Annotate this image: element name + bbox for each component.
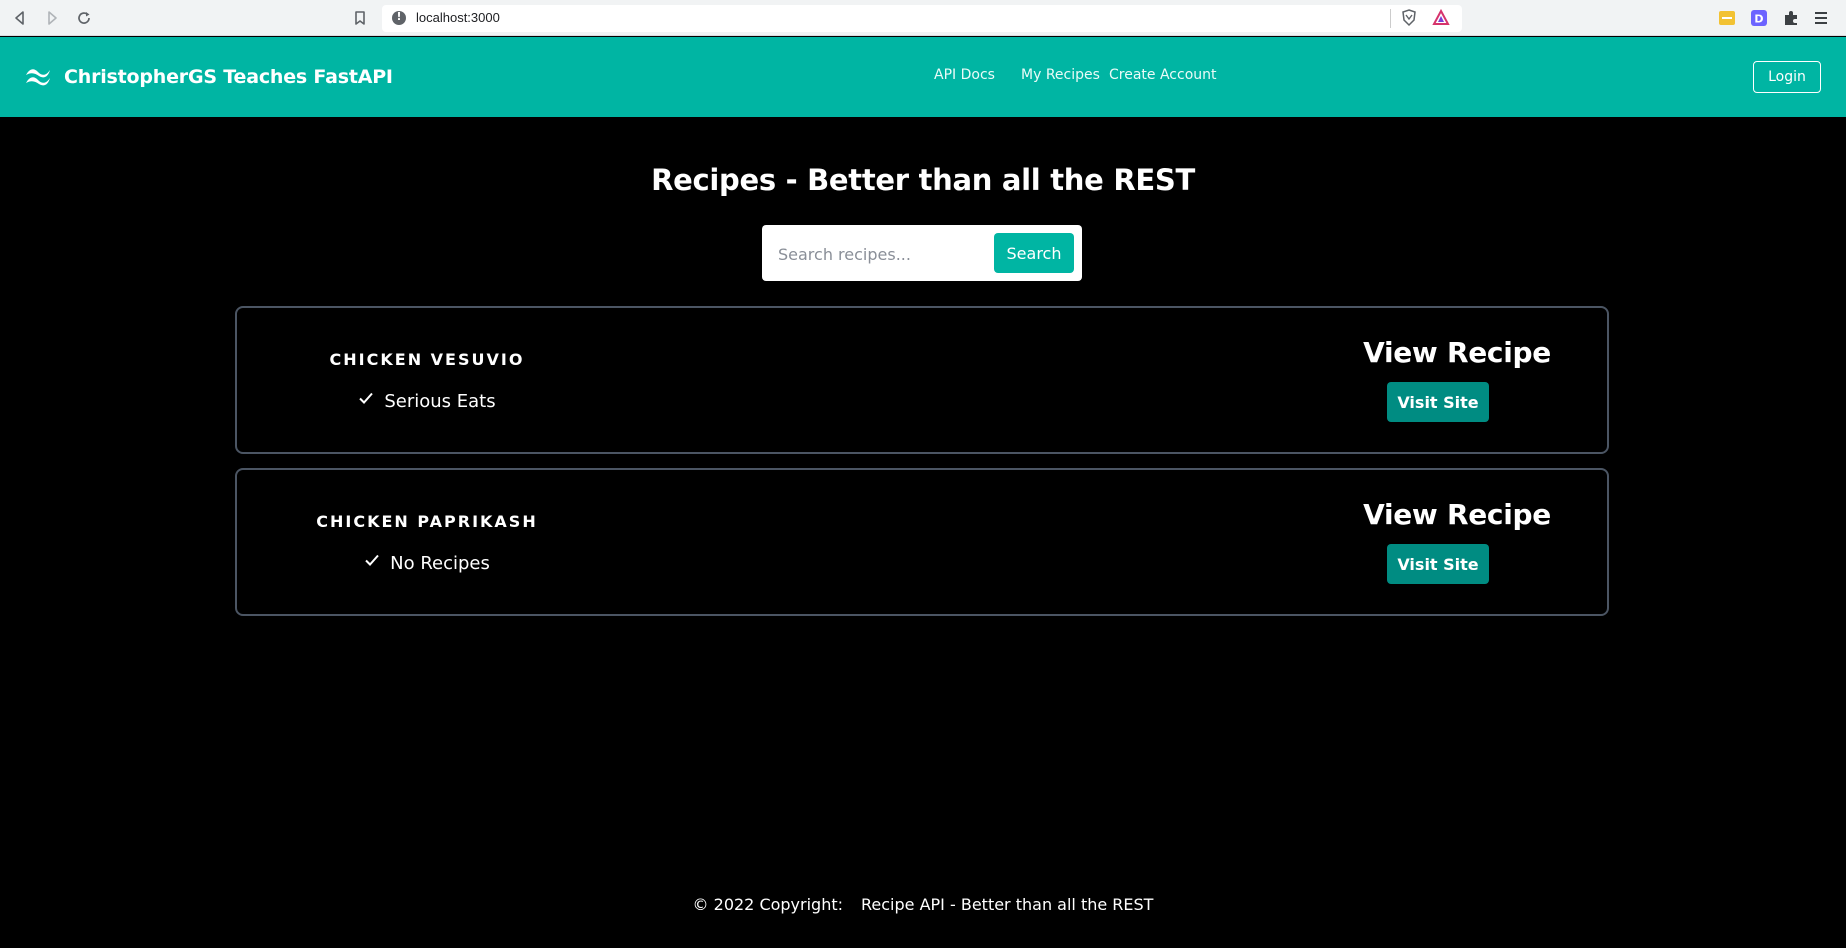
divider — [1390, 9, 1391, 28]
recipe-name: CHICKEN VESUVIO — [329, 350, 525, 369]
footer-site-link[interactable]: Recipe API - Better than all the REST — [861, 895, 1153, 914]
browser-toolbar: localhost:3000 D — [0, 0, 1846, 36]
nav-my-recipes[interactable]: My Recipes — [1021, 67, 1100, 83]
login-button[interactable]: Login — [1753, 61, 1821, 93]
extension-notes-icon[interactable] — [1718, 9, 1736, 27]
wave-logo-icon — [26, 69, 50, 86]
extension-d-icon[interactable]: D — [1750, 9, 1768, 27]
menu-icon[interactable] — [1812, 9, 1830, 27]
check-icon — [359, 392, 374, 404]
visit-site-button[interactable]: Visit Site — [1387, 382, 1489, 422]
footer: © 2022 Copyright: Recipe API - Better tha… — [0, 895, 1846, 914]
page-title: Recipes - Better than all the REST — [651, 163, 1195, 197]
recipe-card: CHICKEN VESUVIO Serious Eats View Recipe… — [235, 306, 1609, 454]
forward-arrow-icon[interactable] — [40, 6, 64, 30]
bookmark-icon[interactable] — [348, 6, 372, 30]
extensions-puzzle-icon[interactable] — [1782, 9, 1800, 27]
recipe-source: Serious Eats — [237, 390, 617, 412]
view-recipe-link[interactable]: View Recipe — [1327, 336, 1587, 369]
recipe-source: No Recipes — [237, 552, 617, 574]
visit-site-button[interactable]: Visit Site — [1387, 544, 1489, 584]
nav-api-docs[interactable]: API Docs — [934, 67, 995, 83]
recipe-source-label: Serious Eats — [384, 391, 496, 412]
brave-shield-icon[interactable] — [1400, 9, 1418, 27]
reload-icon[interactable] — [72, 6, 96, 30]
address-bar[interactable]: localhost:3000 — [382, 5, 1462, 32]
svg-text:D: D — [1754, 13, 1763, 26]
recipe-card: CHICKEN PAPRIKASH No Recipes View Recipe… — [235, 468, 1609, 616]
url-text[interactable]: localhost:3000 — [416, 10, 500, 25]
site-info-icon[interactable] — [392, 10, 406, 25]
back-arrow-icon[interactable] — [8, 6, 32, 30]
search-button[interactable]: Search — [994, 233, 1074, 273]
footer-copyright: © 2022 Copyright: — [692, 895, 844, 914]
brand-title: ChristopherGS Teaches FastAPI — [64, 66, 393, 88]
search-input[interactable] — [776, 237, 985, 271]
search-form: Search — [762, 225, 1082, 281]
view-recipe-link[interactable]: View Recipe — [1327, 498, 1587, 531]
nav-create-account[interactable]: Create Account — [1109, 67, 1217, 83]
recipe-name: CHICKEN PAPRIKASH — [316, 512, 538, 531]
app-header: ChristopherGS Teaches FastAPI API Docs M… — [0, 37, 1846, 117]
check-icon — [365, 554, 379, 566]
triangle-rewards-icon[interactable] — [1432, 8, 1450, 27]
brand-link[interactable]: ChristopherGS Teaches FastAPI — [22, 61, 393, 93]
recipe-source-label: No Recipes — [390, 553, 490, 574]
